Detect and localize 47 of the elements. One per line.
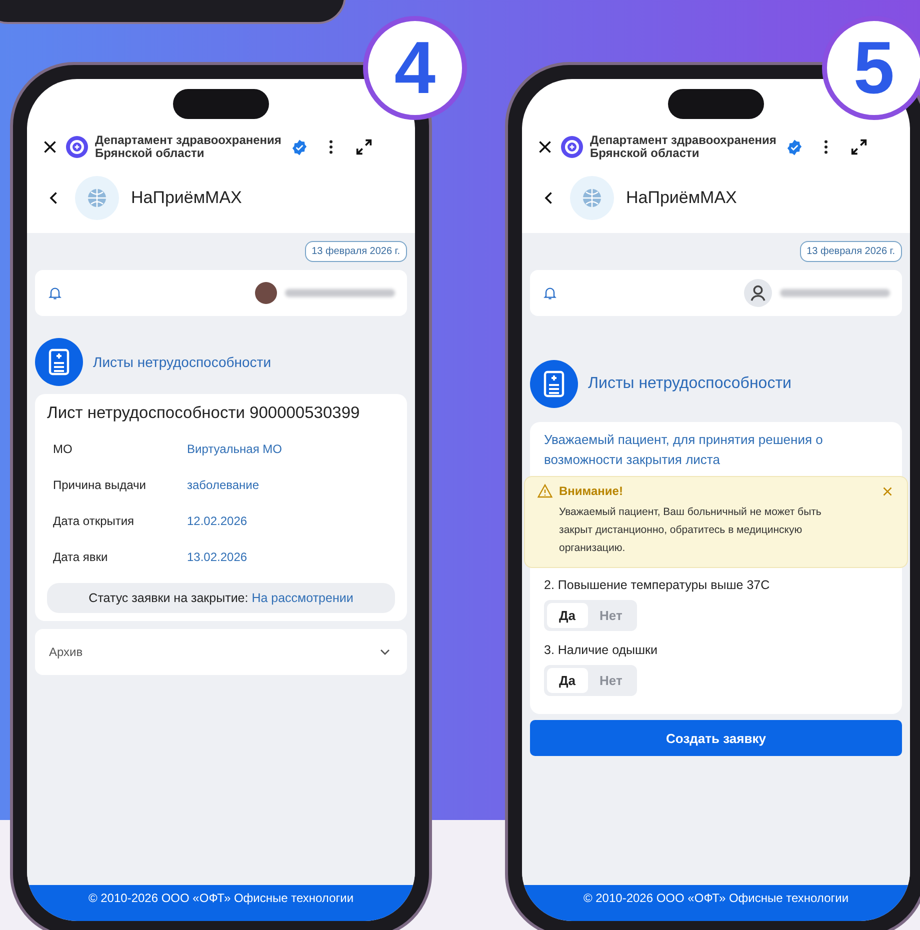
step-number-badge: 5 bbox=[822, 16, 920, 120]
expand-icon[interactable] bbox=[849, 137, 870, 157]
bell-icon[interactable] bbox=[542, 285, 558, 301]
toggle-option[interactable]: Да bbox=[547, 603, 588, 628]
date-chip: 13 февраля 2026 г. bbox=[304, 241, 407, 262]
status-text: Статус заявки на закрытие: На рассмотрении bbox=[47, 583, 395, 613]
question-text: 2. Повышение температуры выше 37С bbox=[544, 578, 771, 592]
intro-text: Уважаемый пациент, для принятия решения о возможности закрытия листа bbox=[544, 431, 824, 469]
field-value: 12.02.2026 bbox=[187, 514, 248, 528]
field-value: заболевание bbox=[187, 478, 260, 492]
archive-label: Архив bbox=[49, 645, 83, 659]
create-request-button[interactable]: Создать заявку bbox=[530, 720, 902, 756]
toggle-option[interactable]: Нет bbox=[588, 668, 634, 693]
globe-logo-icon bbox=[568, 174, 616, 222]
plus-circle-logo-icon bbox=[65, 135, 89, 159]
app-title: НаПриёмMAX bbox=[131, 188, 242, 208]
card-title: Лист нетрудоспособности 900000530399 bbox=[47, 404, 361, 423]
section-title[interactable]: Листы нетрудоспособности bbox=[588, 375, 792, 393]
app-title: НаПриёмMAX bbox=[626, 188, 737, 208]
alert-text: Уважаемый пациент, Ваш больничный не может быть закрыт дистанционно, обратитесь в медицинскую организацию. bbox=[558, 505, 822, 556]
field-label: Причина выдачи bbox=[53, 478, 147, 492]
globe-logo-icon bbox=[73, 174, 121, 222]
document-icon bbox=[530, 360, 578, 408]
field-label: МО bbox=[53, 442, 74, 456]
copyright-footer: © 2010-2026 ООО «ОФТ» Офисные технологии bbox=[27, 885, 415, 921]
channel-title: Департамент здравоохранения Брянской области bbox=[95, 134, 282, 160]
plus-circle-logo-icon bbox=[560, 135, 584, 159]
field-value: Виртуальная МО bbox=[187, 442, 282, 456]
field-label: Дата открытия bbox=[53, 514, 136, 528]
field-value: 13.02.2026 bbox=[187, 550, 248, 564]
toggle-option[interactable]: Нет bbox=[588, 603, 634, 628]
document-icon bbox=[35, 338, 83, 386]
bell-icon[interactable] bbox=[47, 285, 63, 301]
question-text: 3. Наличие одышки bbox=[544, 643, 659, 657]
person-avatar-icon bbox=[744, 279, 772, 307]
toggle-option[interactable]: Да bbox=[547, 668, 588, 693]
warning-icon bbox=[537, 483, 553, 499]
avatar-circle bbox=[255, 282, 277, 304]
expand-icon[interactable] bbox=[354, 137, 374, 157]
channel-title: Департамент здравоохранения Брянской области bbox=[590, 134, 776, 160]
copyright-footer: © 2010-2026 ООО «ОФТ» Офисные технологии bbox=[522, 885, 910, 921]
step-number-badge: 4 bbox=[363, 16, 467, 120]
section-title[interactable]: Листы нетрудоспособности bbox=[93, 354, 272, 370]
date-chip: 13 февраля 2026 г. bbox=[800, 241, 902, 262]
field-label: Дата явки bbox=[53, 550, 109, 564]
archive-accordion[interactable]: Архив bbox=[35, 629, 407, 675]
alert-title: Внимание! bbox=[559, 484, 624, 498]
